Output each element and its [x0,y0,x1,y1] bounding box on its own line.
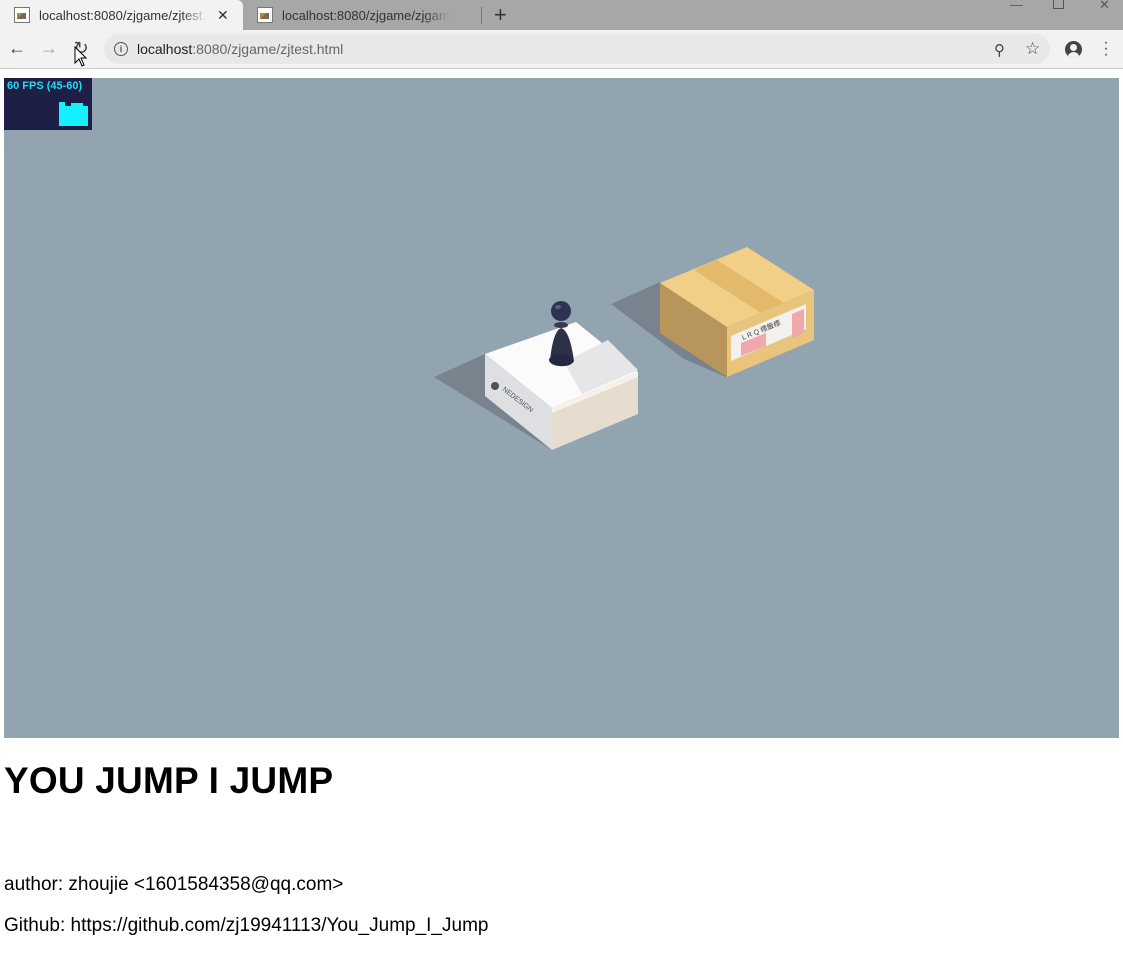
star-icon[interactable]: ☆ [1025,39,1040,59]
cardboard-box-label-red-right [792,309,804,338]
github-text: Github: https://github.com/zj19941113/Yo… [4,915,489,936]
maximize-window-icon[interactable] [1053,0,1064,12]
player-piece-head [551,301,571,321]
address-bar[interactable]: i localhost:8080/zjgame/zjtest.html ⚲ ☆ [104,34,1050,64]
info-icon[interactable]: i [114,42,128,56]
browser-toolbar: ← → ↻ i localhost:8080/zjgame/zjtest.htm… [0,30,1123,69]
zoom-icon[interactable]: ⚲ [994,41,1005,59]
account-icon[interactable] [1065,41,1082,58]
player-piece-base [549,354,573,366]
page-favicon-icon [14,7,30,23]
platform-logo-icon [491,382,499,390]
tab-strip: localhost:8080/zjgame/zjtest.html ✕ loca… [0,0,1123,30]
page-title: YOU JUMP I JUMP [4,760,334,801]
page-favicon-icon [257,7,273,23]
tab-close-icon[interactable]: ✕ [217,7,229,24]
tab-separator [481,7,482,24]
mouse-cursor-icon [74,46,88,67]
new-tab-button[interactable]: + [494,3,507,27]
tab-title: localhost:8080/zjgame/zjgame.html [282,7,450,23]
game-canvas[interactable]: L R Q 標籤標 NEDESIGN 60 FPS (45-60) [4,78,1119,738]
tab-active[interactable]: localhost:8080/zjgame/zjtest.html ✕ [0,0,243,30]
game-scene: L R Q 標籤標 NEDESIGN [434,247,814,450]
fps-label: 60 FPS (45-60) [7,80,83,92]
fps-graph [59,102,88,126]
back-arrow-icon[interactable]: ← [5,36,29,60]
tab-inactive[interactable]: localhost:8080/zjgame/zjgame.html [243,0,483,30]
menu-icon[interactable]: · · · [1100,35,1112,63]
close-window-icon[interactable]: ✕ [1099,0,1110,12]
player-piece-highlight [555,305,561,309]
url-text[interactable]: localhost:8080/zjgame/zjtest.html [137,41,343,57]
tab-title: localhost:8080/zjgame/zjtest.html [39,7,207,23]
author-text: author: zhoujie <1601584358@qq.com> [4,874,344,895]
forward-arrow-icon[interactable]: → [37,36,61,60]
player-piece-neck [554,322,568,328]
url-host: localhost [137,41,193,57]
url-path: :8080/zjgame/zjtest.html [192,41,344,57]
minimize-window-icon[interactable]: — [1010,0,1023,12]
fps-meter: 60 FPS (45-60) [4,78,92,130]
